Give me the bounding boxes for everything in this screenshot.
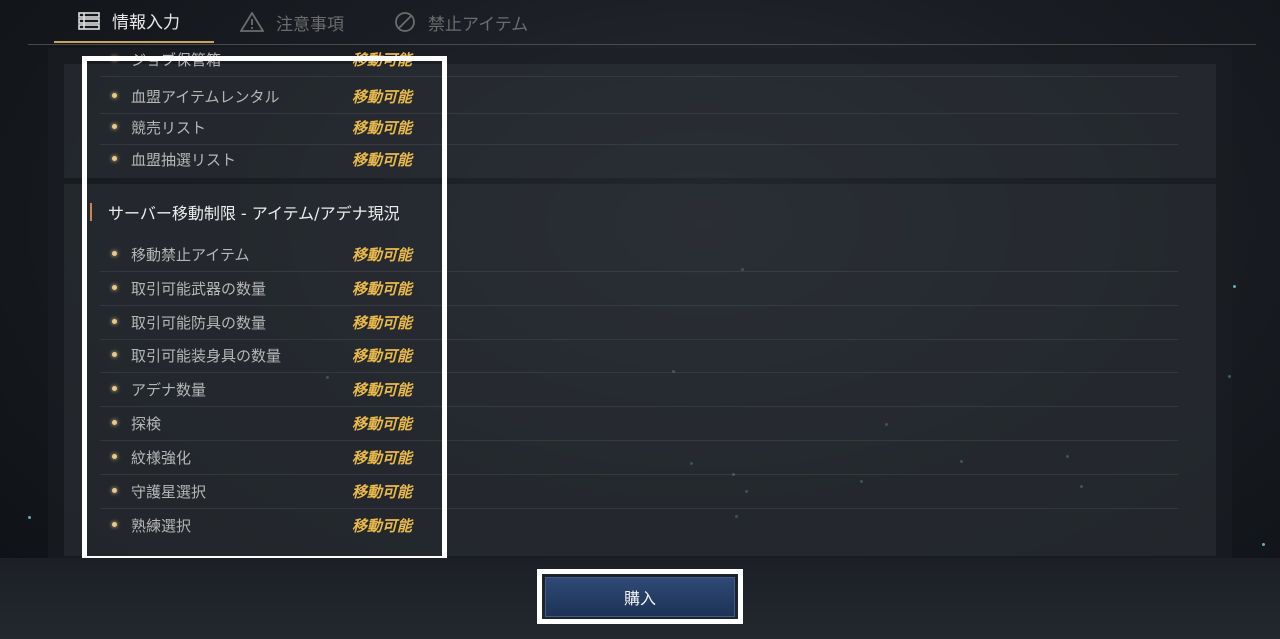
tab-bar: 情報入力 注意事項 禁止アイテム (28, 0, 1256, 45)
highlight-frame-list (82, 56, 447, 561)
tab-notes[interactable]: 注意事項 (240, 0, 344, 44)
tab-info-input[interactable]: 情報入力 (54, 0, 214, 43)
tab-label: 禁止アイテム (428, 14, 529, 35)
prohibited-icon (394, 11, 416, 33)
particle (28, 516, 31, 519)
particle (1233, 285, 1236, 288)
warning-icon (240, 12, 264, 32)
list-icon (78, 11, 100, 30)
particle (1262, 543, 1265, 546)
tab-label: 注意事項 (276, 14, 344, 35)
tab-prohibited-items[interactable]: 禁止アイテム (394, 0, 528, 44)
buy-button[interactable]: 購入 (545, 577, 735, 617)
tab-label: 情報入力 (112, 13, 180, 33)
